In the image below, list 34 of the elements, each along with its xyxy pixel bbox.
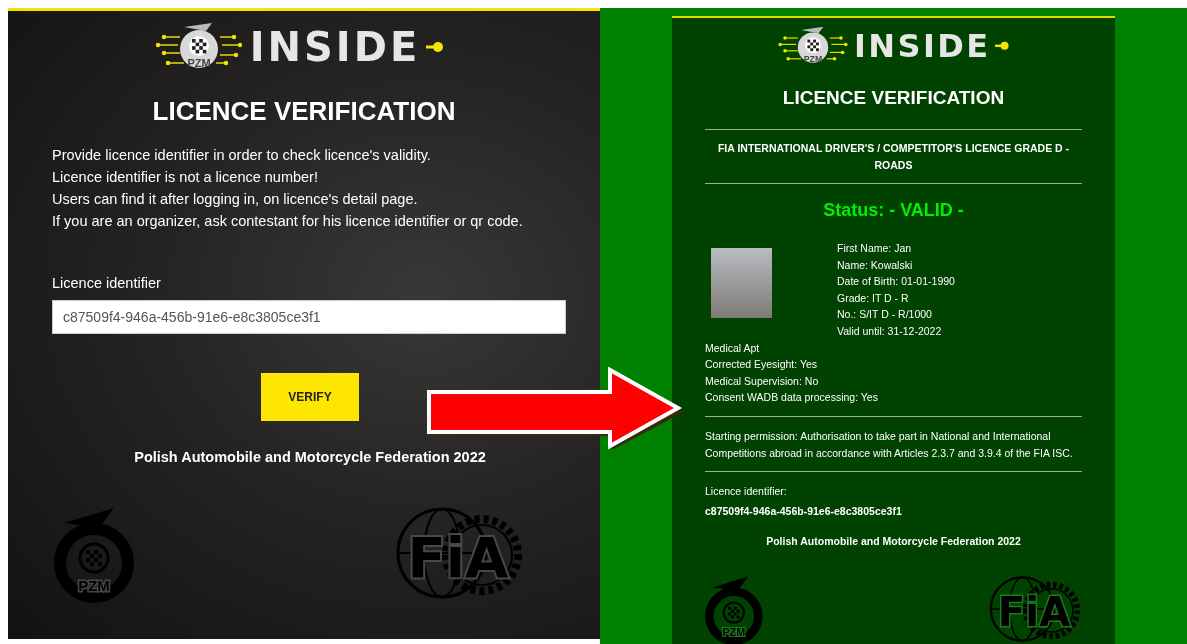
footer-text: Polish Automobile and Motorcycle Federation 2022 [133,449,487,465]
connector-dot-icon [426,41,445,53]
detail-text: No.: S/IT D - R/1000 [837,307,933,323]
instruction-text: If you are an organizer, ask contestant for his licence identifier or qr code. [52,212,524,231]
medical-text: Medical Apt [705,340,761,356]
detail-text: Date of Birth: 01-01-1990 [837,274,955,290]
instruction-text: Licence identifier is not a licence number! [52,168,319,187]
status-text: Status: - VALID - [822,199,965,221]
identifier-text: c87509f4-946a-456b-91e6-e8c3805ce3f1 [705,503,903,519]
medical-text: Medical Supervision: No [705,373,820,389]
medical-text: Corrected Eyesight: Yes [705,357,819,373]
medical-text: Consent WADB data processing: Yes [705,390,879,406]
field-label: Licence identifier [52,275,162,291]
photo-placeholder [711,248,772,318]
instruction-text: Users can find it after logging in, on licence's detail page. [52,190,419,209]
verify-button[interactable]: VERIFY [261,373,359,421]
footer-text: Polish Automobile and Motorcycle Federation 2022 [765,535,1022,548]
licence-type-text: FIA INTERNATIONAL DRIVER'S / COMPETITOR'S LICENCE GRADE D - ROADS [716,141,1071,173]
permission-text: Starting permission: Authorisation to take part in National and International Competitions abroad in accordance with Articles 2.3.7 and 3.9.4 of the FIA ISC. [705,428,1074,461]
identifier-field[interactable]: c87509f4-946a-456b-91e6-e8c3805ce3f1 [52,300,566,334]
page-title: LICENCE VERIFICATION [781,86,1006,110]
badge-logo: PZM [777,22,850,70]
identifier-label: Licence identifier: [705,484,788,500]
connector-dot-icon [995,41,1010,51]
page-title: LICENCE VERIFICATION [151,96,457,126]
detail-text: Valid until: 31-12-2022 [837,323,943,339]
instruction-text: Provide licence identifier in order to check licence's validity. [52,146,432,165]
logo-text: INSIDE [854,30,991,62]
detail-text: First Name: Jan [837,241,913,256]
detail-text: Name: Kowalski [837,257,914,273]
logo-text: INSIDE [249,27,421,67]
right-arrow-icon [427,366,684,450]
detail-text: Grade: IT D - R [837,290,910,306]
badge-logo: PZM [153,17,244,77]
